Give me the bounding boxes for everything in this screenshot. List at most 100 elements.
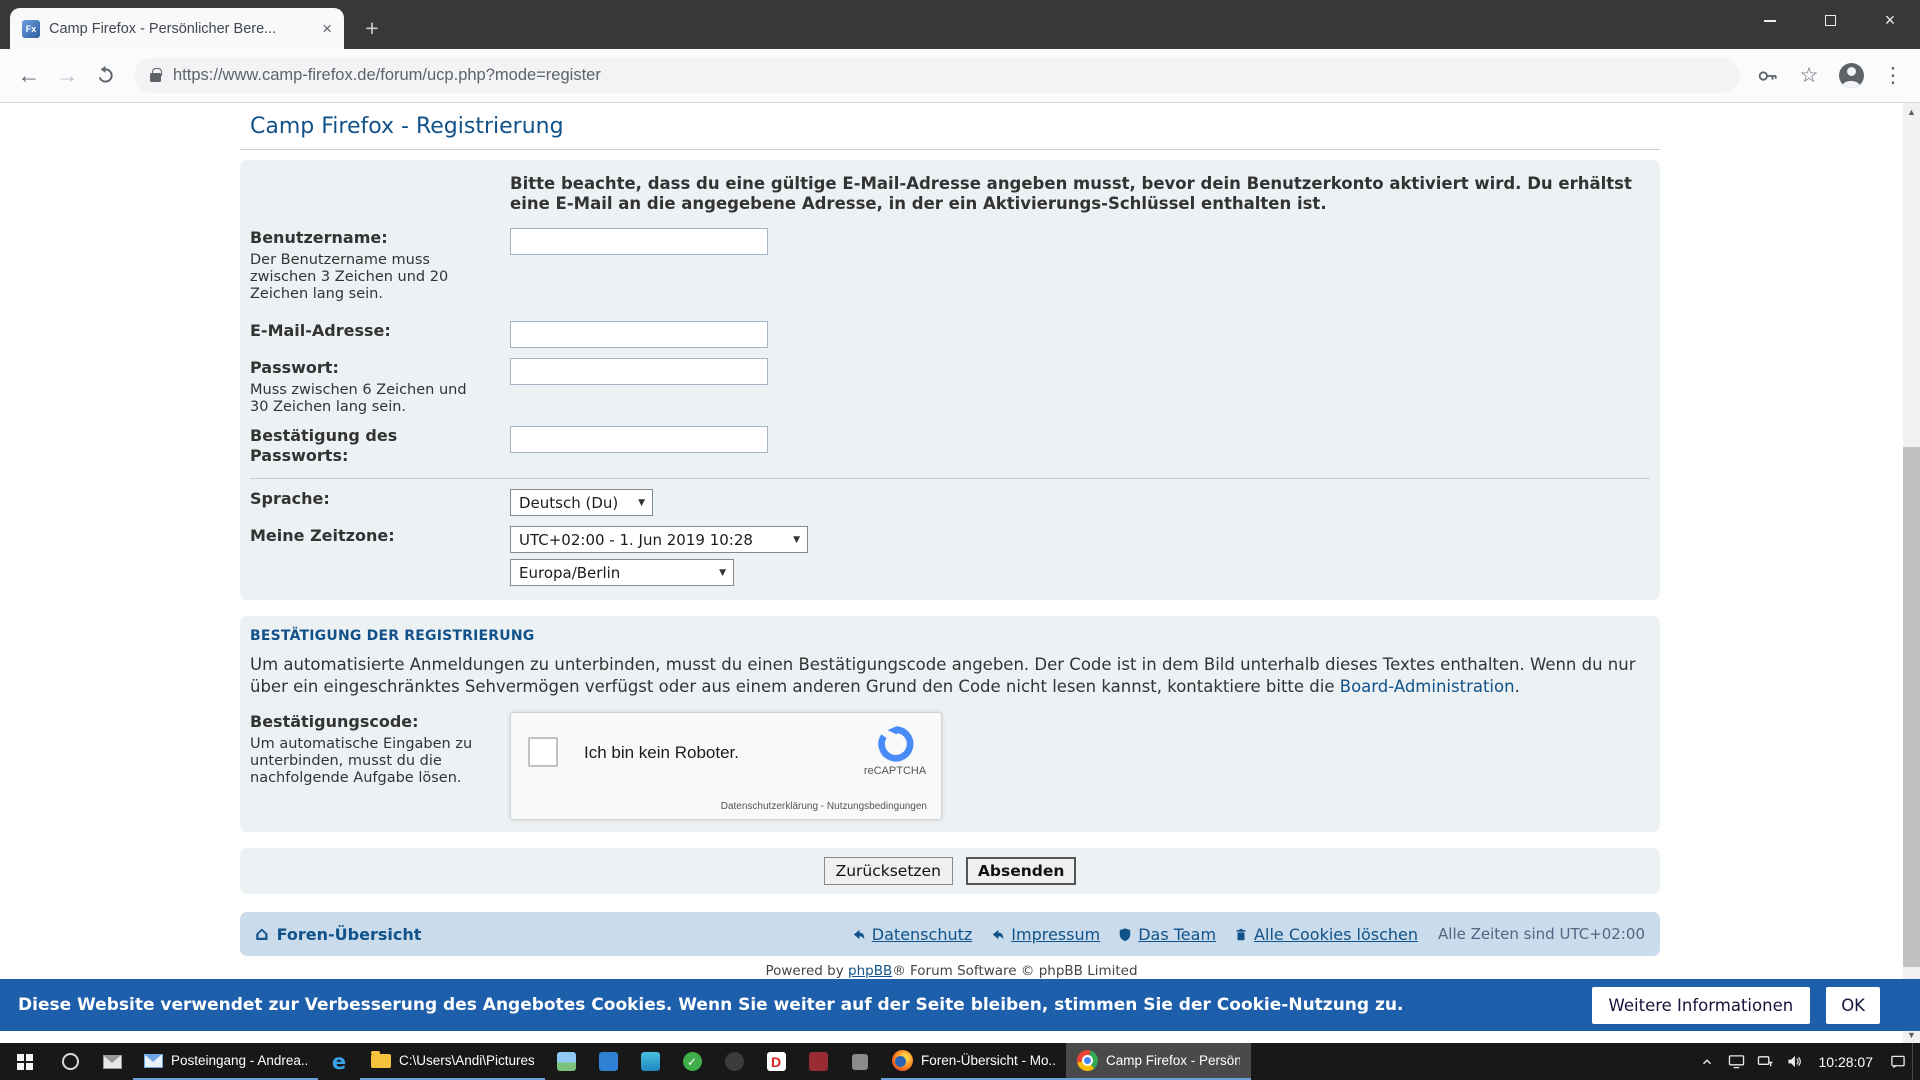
recaptcha-brand: reCAPTCHA: [861, 765, 929, 777]
privacy-link[interactable]: Datenschutz: [851, 925, 972, 944]
imprint-link[interactable]: Impressum: [990, 925, 1100, 944]
new-tab-button[interactable]: +: [358, 14, 386, 42]
pinned-app-2[interactable]: [91, 1043, 133, 1080]
pinned-app-3[interactable]: [545, 1043, 587, 1080]
maximize-button[interactable]: [1800, 0, 1860, 41]
tab-strip: Fx Camp Firefox - Persönlicher Bere... ×…: [0, 0, 1920, 49]
address-bar[interactable]: https://www.camp-firefox.de/forum/ucp.ph…: [134, 58, 1740, 93]
pinned-app-4[interactable]: [587, 1043, 629, 1080]
captcha-code-label: Bestätigungscode:: [250, 712, 475, 732]
profile-button[interactable]: [1834, 59, 1868, 93]
url-text[interactable]: https://www.camp-firefox.de/forum/ucp.ph…: [173, 66, 601, 85]
delete-cookies-link[interactable]: Alle Cookies löschen: [1234, 925, 1418, 944]
reload-button[interactable]: [86, 57, 124, 95]
email-input[interactable]: [510, 321, 768, 348]
blue-app-icon: [599, 1052, 618, 1071]
gray-app-icon: [852, 1054, 868, 1070]
form-divider: [250, 478, 1650, 479]
action-center-button[interactable]: [1883, 1043, 1912, 1080]
timezone-select-value: UTC+02:00 - 1. Jun 2019 10:28: [519, 531, 753, 549]
lock-icon[interactable]: [150, 73, 161, 82]
reply-arrow-icon: [851, 927, 866, 942]
red-d-app-icon: D: [767, 1052, 786, 1071]
taskbar-item-mail[interactable]: Posteingang - Andrea...: [133, 1043, 318, 1080]
minimize-icon: [1764, 20, 1776, 22]
taskbar-item-chrome[interactable]: Camp Firefox - Persön...: [1066, 1043, 1251, 1080]
tray-network[interactable]: [1751, 1043, 1780, 1080]
network-icon: [1757, 1054, 1774, 1069]
pinned-app-8[interactable]: D: [755, 1043, 797, 1080]
privacy-label: Datenschutz: [872, 925, 972, 944]
chevron-down-icon: ▼: [719, 568, 726, 578]
confirm-password-row: Bestätigung des Passworts:: [240, 426, 1660, 466]
pinned-app-6[interactable]: ✓: [671, 1043, 713, 1080]
tray-expand-button[interactable]: [1693, 1043, 1722, 1080]
timezone-label: Meine Zeitzone:: [250, 526, 475, 546]
taskbar-item-edge[interactable]: e: [318, 1043, 360, 1080]
pinned-app-7[interactable]: [713, 1043, 755, 1080]
language-label: Sprache:: [250, 489, 475, 509]
phpbb-link[interactable]: phpBB: [848, 963, 892, 979]
trash-icon: [1234, 927, 1248, 942]
recaptcha-widget: Ich bin kein Roboter. reCAPTCHA Datensch…: [510, 712, 942, 820]
vertical-scrollbar[interactable]: ▲ ▼: [1903, 103, 1920, 1043]
scrollbar-thumb[interactable]: [1903, 447, 1920, 967]
browser-window: Fx Camp Firefox - Persönlicher Bere... ×…: [0, 0, 1920, 1043]
tray-display[interactable]: [1722, 1043, 1751, 1080]
reset-button[interactable]: Zurücksetzen: [824, 857, 953, 885]
bookmark-star-button[interactable]: ☆: [1792, 59, 1826, 93]
tab-close-icon[interactable]: ×: [318, 19, 336, 39]
teal-app-icon: [641, 1052, 660, 1071]
forward-button[interactable]: →: [48, 57, 86, 95]
minimize-button[interactable]: [1740, 0, 1800, 41]
footer-navbar: ⌂ Foren-Übersicht Datenschutz Impressum …: [240, 912, 1660, 956]
start-button[interactable]: [0, 1043, 49, 1080]
powered-by: Powered by phpBB® Forum Software © phpBB…: [0, 963, 1903, 979]
cookie-ok-button[interactable]: OK: [1826, 987, 1880, 1024]
taskbar-clock[interactable]: 10:28:07: [1809, 1054, 1884, 1070]
pinned-app-5[interactable]: [629, 1043, 671, 1080]
username-row: Benutzername: Der Benutzername muss zwis…: [240, 228, 1660, 303]
browser-tab[interactable]: Fx Camp Firefox - Persönlicher Bere... ×: [10, 8, 344, 49]
pinned-app-9[interactable]: [797, 1043, 839, 1080]
notification-icon: [1890, 1054, 1906, 1069]
photos-icon: [557, 1052, 576, 1071]
password-input[interactable]: [510, 358, 768, 385]
password-row: Passwort: Muss zwischen 6 Zeichen und 30…: [240, 358, 1660, 416]
pinned-app-1[interactable]: [49, 1043, 91, 1080]
pinned-app-10[interactable]: [839, 1043, 881, 1080]
menu-button[interactable]: ⋮: [1876, 59, 1910, 93]
board-administration-link[interactable]: Board-Administration: [1340, 677, 1515, 696]
recaptcha-checkbox[interactable]: [528, 737, 558, 767]
team-link[interactable]: Das Team: [1118, 925, 1216, 944]
system-tray: 10:28:07: [1693, 1043, 1920, 1080]
close-button[interactable]: ×: [1860, 0, 1920, 41]
username-label: Benutzername:: [250, 228, 475, 248]
language-select[interactable]: Deutsch (Du) ▼: [510, 489, 653, 516]
recaptcha-label: Ich bin kein Roboter.: [584, 743, 739, 763]
recaptcha-terms-link[interactable]: Datenschutzerklärung - Nutzungsbedingung…: [721, 801, 927, 812]
taskbar-item-explorer[interactable]: C:\Users\Andi\Pictures...: [360, 1043, 545, 1080]
back-button[interactable]: ←: [10, 57, 48, 95]
timezone-select[interactable]: UTC+02:00 - 1. Jun 2019 10:28 ▼: [510, 526, 808, 553]
confirm-password-input[interactable]: [510, 426, 768, 453]
taskbar-item-firefox[interactable]: Foren-Übersicht - Mo...: [881, 1043, 1066, 1080]
page-title: Camp Firefox - Registrierung: [240, 110, 1660, 150]
green-check-icon: ✓: [683, 1052, 702, 1071]
username-input[interactable]: [510, 228, 768, 255]
cookie-info-button[interactable]: Weitere Informationen: [1592, 987, 1811, 1024]
cookie-message: Diese Website verwendet zur Verbesserung…: [18, 995, 1576, 1015]
timezone-city-select[interactable]: Europa/Berlin ▼: [510, 559, 734, 586]
board-index-link[interactable]: ⌂ Foren-Übersicht: [255, 925, 421, 944]
password-label: Passwort:: [250, 358, 475, 378]
imprint-label: Impressum: [1011, 925, 1100, 944]
chrome-icon: [1077, 1050, 1098, 1071]
captcha-panel: BESTÄTIGUNG DER REGISTRIERUNG Um automat…: [240, 616, 1660, 832]
password-key-button[interactable]: [1750, 59, 1784, 93]
scroll-up-icon[interactable]: ▲: [1903, 103, 1920, 120]
submit-button[interactable]: Absenden: [966, 857, 1077, 885]
tray-volume[interactable]: [1780, 1043, 1809, 1080]
show-desktop-button[interactable]: [1912, 1043, 1918, 1080]
email-label: E-Mail-Adresse:: [250, 321, 475, 341]
reply-arrow-icon: [990, 927, 1005, 942]
